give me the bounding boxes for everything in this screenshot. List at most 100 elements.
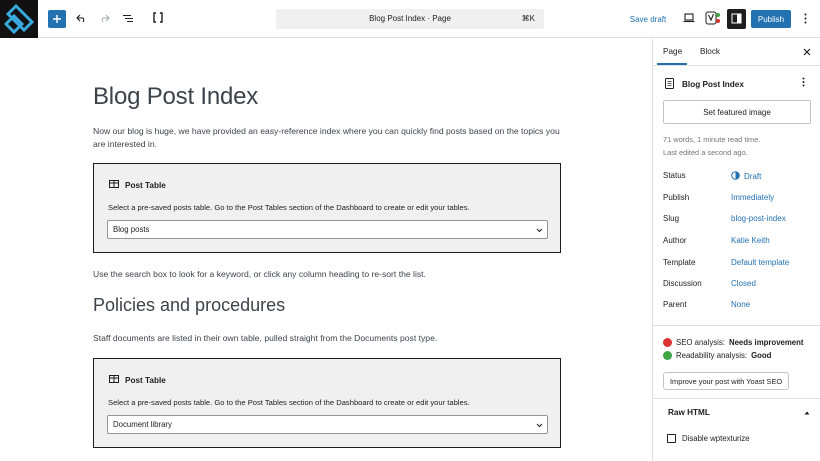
yoast-icon [705,11,721,27]
set-featured-image-button[interactable]: Set featured image [663,100,811,124]
close-icon [803,48,811,56]
redo-button[interactable] [96,10,112,28]
field-label: Status [663,171,686,180]
more-vertical-icon [802,77,804,87]
save-draft-button[interactable]: Save draft [622,10,674,28]
code-brackets-icon [153,12,163,26]
tab-page[interactable]: Page [663,47,682,56]
field-label: Template [663,258,696,267]
editor-canvas: Blog Post Index Now our blog is huge, we… [0,39,652,461]
section-heading[interactable]: Policies and procedures [93,295,285,316]
preview-button[interactable] [680,10,698,28]
post-table-help: Select a pre-saved posts table. Go to th… [108,203,470,212]
improve-yoast-button[interactable]: Improve your post with Yoast SEO [663,372,790,390]
parent-value[interactable]: None [731,300,750,309]
post-table-block[interactable]: Post Table Select a pre-saved posts tabl… [93,358,561,448]
divider [653,398,820,399]
post-table-select[interactable]: Document library [107,415,548,434]
field-parent: Parent None [663,300,813,314]
last-edited: Last edited a second ago. [663,148,748,157]
page-icon [665,78,674,91]
slug-value[interactable]: blog-post-index [731,214,786,223]
tab-block[interactable]: Block [700,47,720,56]
field-status: Status Draft [663,171,813,185]
author-value[interactable]: Katie Keith [731,236,770,245]
seo-analysis[interactable]: SEO analysis: Needs improvement [663,338,804,347]
code-editor-button[interactable] [149,10,167,28]
field-slug: Slug blog-post-index [663,214,813,228]
seo-analysis-label: SEO analysis: [676,338,725,347]
post-table-label: Post Table [125,375,166,385]
status-value[interactable]: Draft [731,171,761,182]
disable-wptexturize-option[interactable]: Disable wptexturize [667,434,750,443]
close-sidebar-button[interactable] [801,46,813,58]
table-icon [109,180,119,190]
discussion-value[interactable]: Closed [731,279,756,288]
document-summary: Blog Post Index [665,78,744,91]
field-label: Publish [663,193,690,202]
post-table-label: Post Table [125,180,166,190]
sidebar-toggle-icon [731,13,742,26]
document-title: Blog Post Index [682,80,744,89]
readability-analysis-value: Good [751,351,772,360]
post-table-select-value: Document library [113,420,172,429]
options-button[interactable] [797,10,813,28]
command-palette-bar[interactable]: Blog Post Index · Page ⌘K [276,9,544,29]
undo-button[interactable] [73,10,89,28]
post-table-select-value: Blog posts [113,225,150,234]
editor-toolbar: Blog Post Index · Page ⌘K Save draft Pub… [0,0,820,38]
post-title[interactable]: Blog Post Index [93,83,258,111]
publish-value[interactable]: Immediately [731,193,774,202]
field-template: Template Default template [663,258,813,272]
sidebar-tabs: Page Block [653,39,820,66]
chevron-down-icon [536,421,543,430]
seo-analysis-value: Needs improvement [728,338,804,347]
field-publish: Publish Immediately [663,193,813,207]
field-label: Parent [663,300,687,309]
draft-status-icon [731,171,740,182]
document-actions-button[interactable] [798,77,808,90]
readability-analysis[interactable]: Readability analysis: Good [663,351,771,360]
divider [653,325,820,326]
raw-html-panel-title[interactable]: Raw HTML [668,408,710,417]
field-label: Discussion [663,279,702,288]
field-label: Author [663,236,687,245]
readability-happy-face-icon [663,351,672,360]
redo-icon [99,14,110,25]
list-view-icon [122,14,134,25]
list-view-button[interactable] [120,10,136,28]
active-tab-indicator [657,63,687,65]
field-author: Author Katie Keith [663,236,813,250]
template-value[interactable]: Default template [731,258,789,267]
settings-sidebar: Page Block Blog Post Index Set featured … [652,39,820,461]
more-vertical-icon [804,13,807,26]
settings-toggle-button[interactable] [727,9,746,29]
post-table-header: Post Table [109,180,166,190]
table-icon [109,375,119,385]
status-text: Draft [744,172,762,181]
wptexturize-checkbox[interactable] [667,434,676,443]
field-label: Slug [663,214,680,223]
undo-icon [75,14,87,25]
intro-paragraph[interactable]: Now our blog is huge, we have provided a… [93,125,563,150]
seo-sad-face-icon [663,338,672,347]
wptexturize-label: Disable wptexturize [682,434,750,443]
desktop-icon [683,13,695,25]
post-table-select[interactable]: Blog posts [107,220,548,239]
shortcut-hint: ⌘K [521,14,535,23]
post-table-help: Select a pre-saved posts table. Go to th… [108,398,470,407]
field-discussion: Discussion Closed [663,279,813,293]
document-title-label: Blog Post Index · Page [369,14,451,23]
add-block-button[interactable] [48,10,66,28]
chevron-up-icon[interactable] [803,409,811,417]
publish-button[interactable]: Publish [751,10,791,28]
yoast-button[interactable] [704,10,722,28]
readability-analysis-label: Readability analysis: [676,351,748,360]
chevron-down-icon [536,226,543,235]
search-hint-paragraph[interactable]: Use the search box to look for a keyword… [93,268,563,281]
site-logo-icon[interactable] [0,0,38,38]
post-table-header: Post Table [109,375,166,385]
word-count: 71 words, 1 minute read time. [663,135,761,144]
staff-paragraph[interactable]: Staff documents are listed in their own … [93,332,563,345]
post-table-block[interactable]: Post Table Select a pre-saved posts tabl… [93,163,561,253]
